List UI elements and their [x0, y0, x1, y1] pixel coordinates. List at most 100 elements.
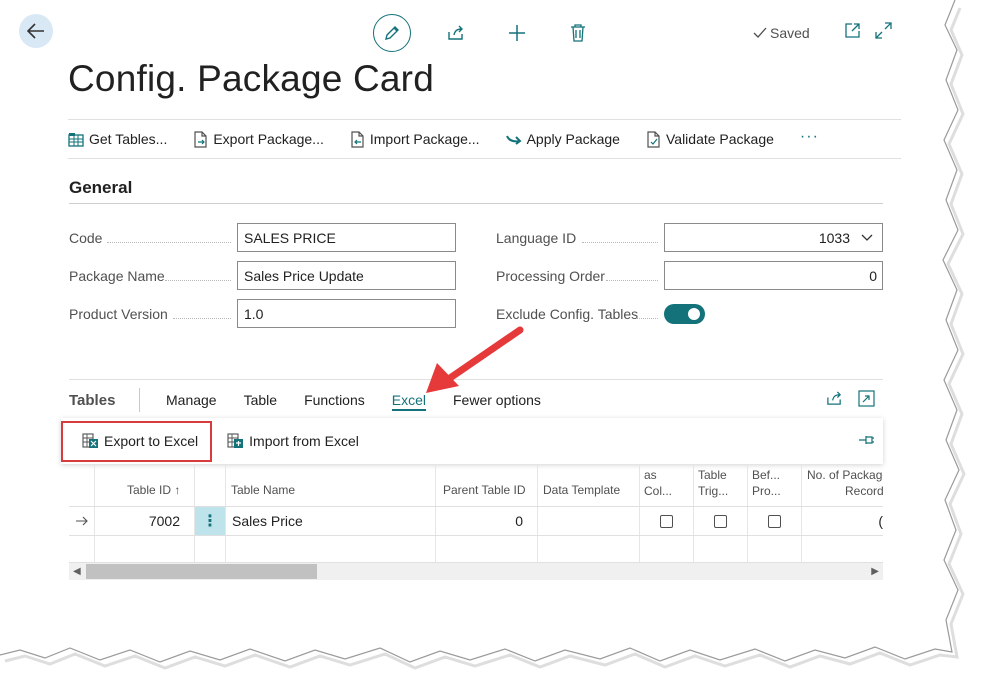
export-package-action[interactable]: Export Package... [193, 130, 324, 148]
row-indicator [69, 507, 95, 535]
collapse-icon[interactable] [858, 390, 875, 407]
share-button[interactable] [440, 17, 472, 49]
tables-part-title: Tables [69, 392, 116, 409]
export-package-label: Export Package... [213, 131, 324, 147]
delete-button[interactable] [562, 17, 594, 49]
import-from-excel-button[interactable]: Import from Excel [227, 433, 359, 449]
column-header-parent-table-id[interactable]: Parent Table ID [436, 464, 538, 506]
row-arrow-icon [76, 516, 88, 526]
language-id-value: 1033 [818, 229, 850, 246]
skip-table-triggers-cell[interactable] [694, 507, 748, 535]
package-name-field[interactable]: Sales Price Update [237, 261, 456, 290]
import-from-excel-label: Import from Excel [249, 433, 359, 449]
column-header-data-template[interactable]: Data Template [538, 464, 640, 506]
column-header-label: Data Template [543, 483, 621, 497]
column-header-label: as [644, 468, 657, 482]
edit-button[interactable] [373, 14, 411, 52]
processing-order-label: Processing Order [496, 268, 605, 284]
tab-manage[interactable]: Manage [166, 392, 217, 411]
divider [69, 379, 883, 380]
column-header-label: Parent Table ID [443, 483, 526, 497]
column-header-dimensions-as-columns[interactable]: as Col... [640, 464, 694, 506]
product-version-field[interactable]: 1.0 [237, 299, 456, 328]
general-section-title: General [69, 178, 133, 197]
empty-cell[interactable] [538, 536, 640, 562]
more-vertical-icon: ⋮ [202, 513, 218, 530]
validate-package-action[interactable]: Validate Package [646, 130, 774, 148]
column-header-label: Table ID ↑ [127, 483, 181, 497]
chevron-down-icon [861, 234, 873, 241]
scrollbar-thumb[interactable] [86, 564, 317, 579]
divider [139, 388, 140, 412]
import-doc-icon [351, 130, 364, 148]
scroll-right-icon[interactable]: ▶ [871, 566, 879, 577]
horizontal-scrollbar[interactable]: ◀ ▶ [69, 563, 883, 580]
back-arrow-icon [27, 23, 44, 39]
column-header-skip-table-triggers[interactable]: Table Trig... [694, 464, 748, 506]
page-title: Config. Package Card [68, 58, 434, 99]
share-icon[interactable] [826, 390, 843, 407]
empty-cell[interactable] [226, 536, 436, 562]
checkbox[interactable] [768, 514, 781, 528]
trash-icon [571, 24, 585, 42]
column-header-no-of-package-records[interactable]: No. of Package Record [802, 464, 883, 506]
pin-icon[interactable] [858, 434, 875, 446]
excel-import-icon [227, 433, 244, 448]
column-header-label: Col... [644, 484, 673, 498]
tables-tabs: Manage Table Functions Excel Fewer optio… [166, 392, 568, 411]
tab-excel[interactable]: Excel [391, 392, 426, 411]
exclude-config-toggle[interactable] [664, 304, 705, 324]
get-tables-label: Get Tables... [89, 131, 168, 147]
table-name-cell[interactable]: Sales Price [226, 507, 436, 535]
new-button[interactable] [501, 17, 533, 49]
tab-table[interactable]: Table [244, 392, 277, 411]
get-tables-action[interactable]: Get Tables... [68, 131, 167, 147]
table-row[interactable]: 7002 ⋮ Sales Price 0 ( [69, 506, 883, 535]
scroll-left-icon[interactable]: ◀ [73, 566, 81, 577]
column-header-label: Record [845, 484, 883, 498]
language-id-dropdown[interactable]: 1033 [664, 223, 883, 252]
tables-grid: Table ID ↑ Table Name Parent Table ID Da… [69, 464, 883, 567]
column-header-label: Trig... [698, 484, 729, 498]
empty-cell[interactable] [748, 536, 802, 562]
language-id-label: Language ID [496, 230, 577, 246]
fewer-options-button[interactable]: Fewer options [453, 392, 541, 411]
table-row[interactable] [69, 535, 883, 563]
checkmark-icon [753, 27, 767, 38]
saved-label: Saved [770, 25, 810, 41]
dimensions-as-columns-cell[interactable] [640, 507, 694, 535]
empty-cell[interactable] [95, 536, 195, 562]
open-new-window-icon[interactable] [844, 22, 861, 39]
column-header-table-name[interactable]: Table Name [226, 464, 436, 506]
data-template-cell[interactable] [538, 507, 640, 535]
more-actions-button[interactable]: ··· [800, 128, 819, 146]
processing-order-field[interactable]: 0 [664, 261, 883, 290]
back-button[interactable] [19, 14, 53, 48]
row-indicator [69, 536, 95, 562]
validate-doc-icon [647, 130, 660, 148]
table-id-cell[interactable]: 7002 [95, 507, 195, 535]
empty-cell[interactable] [436, 536, 538, 562]
dotted-leader [107, 242, 231, 243]
code-field[interactable]: SALES PRICE [237, 223, 456, 252]
dotted-leader [636, 318, 658, 319]
column-header-table-id[interactable]: Table ID ↑ [95, 464, 195, 506]
import-package-action[interactable]: Import Package... [350, 130, 480, 148]
column-header-label: Table Name [231, 483, 296, 497]
row-actions-button[interactable]: ⋮ [195, 507, 226, 535]
toggle-knob [688, 308, 700, 320]
empty-cell[interactable] [640, 536, 694, 562]
saved-status: Saved [753, 25, 810, 41]
checkbox[interactable] [660, 514, 673, 528]
apply-package-action[interactable]: Apply Package [505, 131, 620, 147]
checkbox[interactable] [714, 514, 727, 528]
code-label: Code [69, 230, 103, 246]
empty-cell[interactable] [694, 536, 748, 562]
delete-before-processing-cell[interactable] [748, 507, 802, 535]
expand-icon[interactable] [875, 22, 892, 39]
column-header-delete-before-processing[interactable]: Bef... Pro... [748, 464, 802, 506]
empty-cell[interactable] [195, 536, 226, 562]
parent-table-id-cell[interactable]: 0 [436, 507, 538, 535]
tab-functions[interactable]: Functions [304, 392, 365, 411]
package-records-cell[interactable]: ( [802, 507, 883, 535]
